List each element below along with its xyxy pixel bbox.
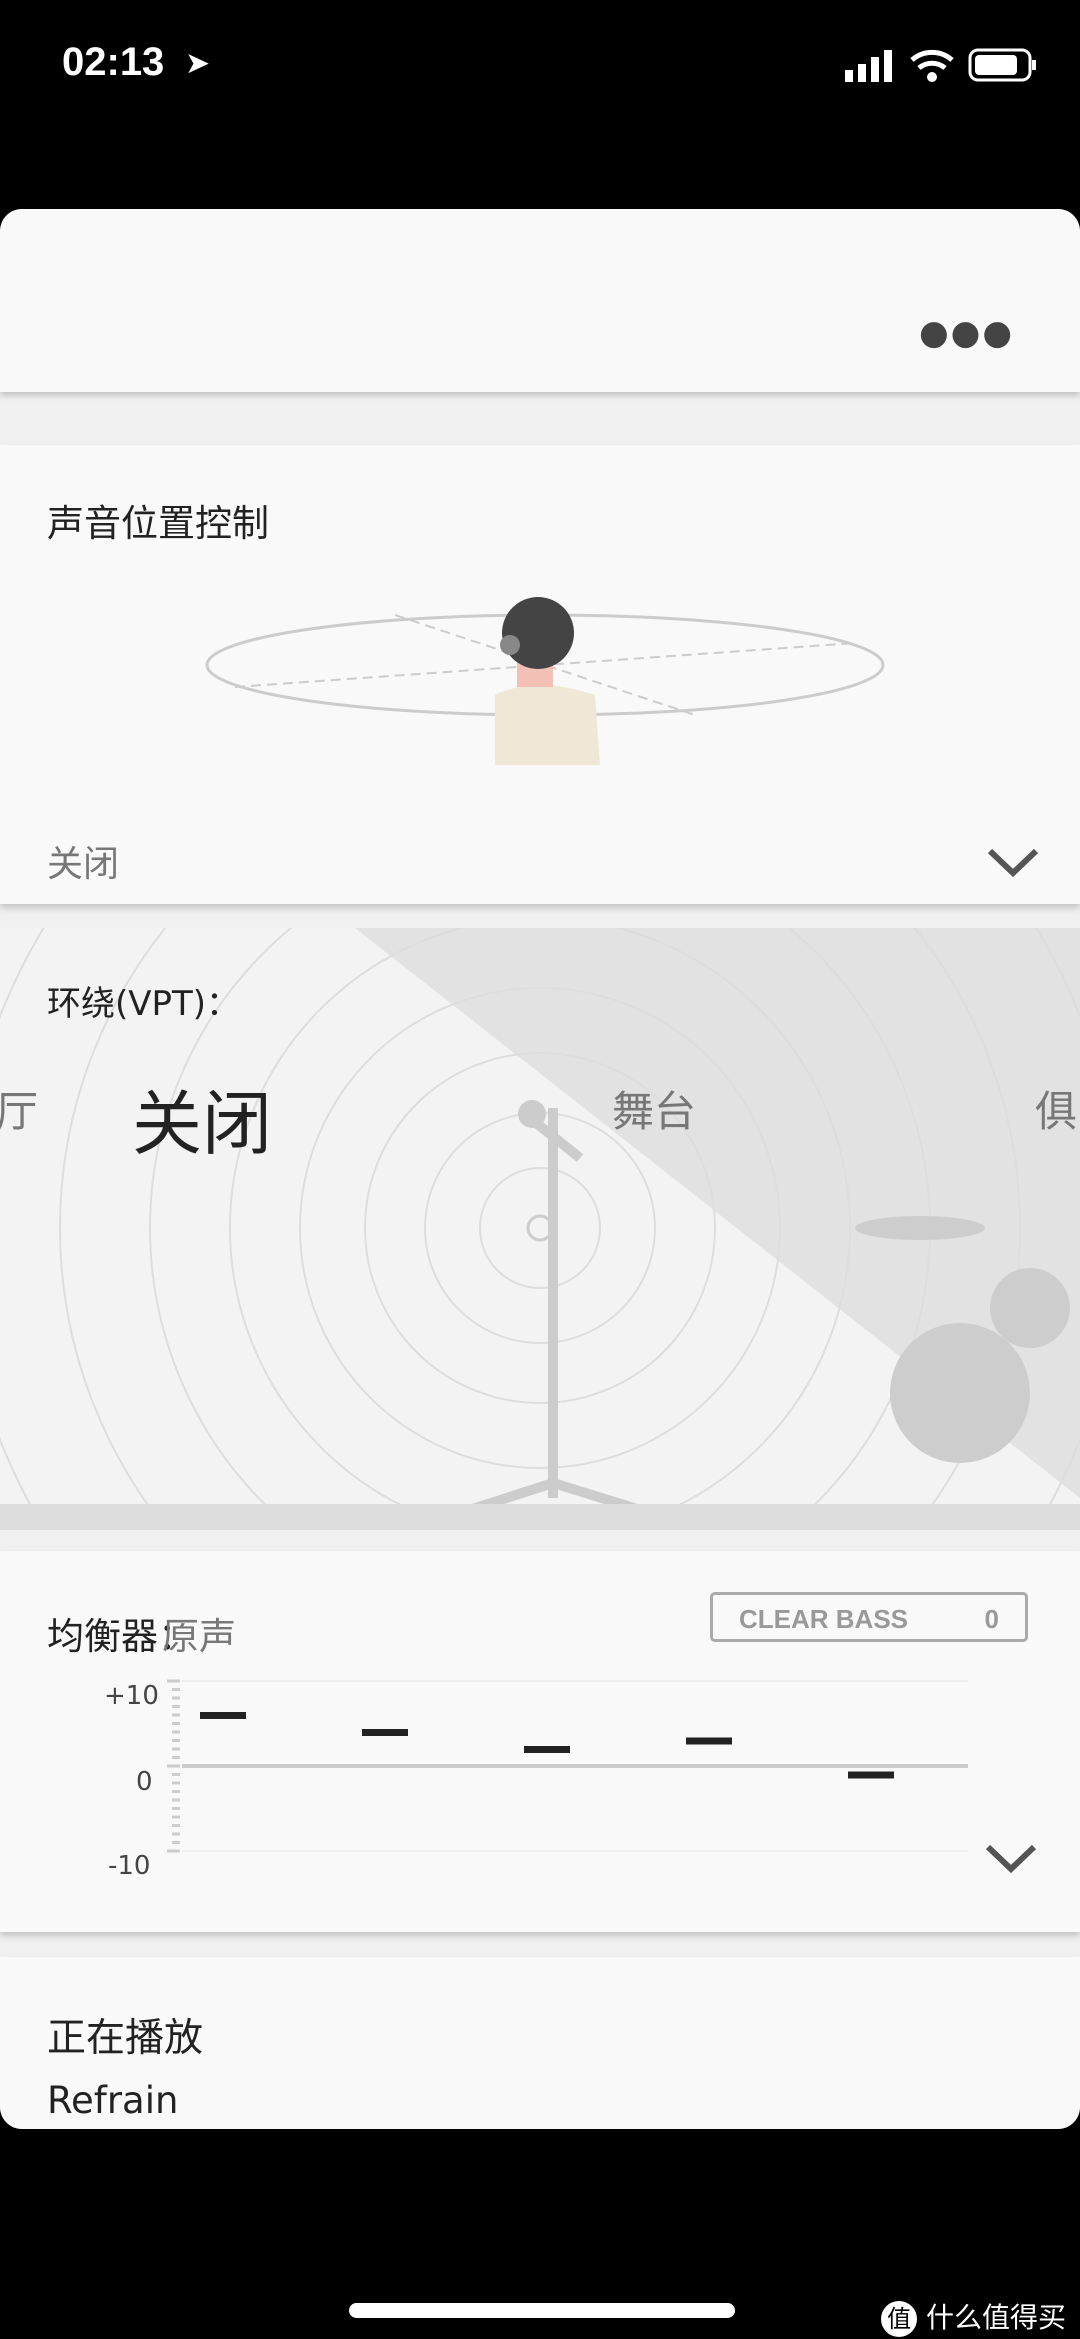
equalizer-card[interactable]: 均衡器： 原声 CLEAR BASS 0 +10 0 -10	[0, 1551, 1080, 1932]
now-playing-title: 正在播放	[47, 2016, 204, 2061]
more-options-button[interactable]: ●●●	[919, 313, 1014, 353]
signal-icon	[845, 50, 892, 82]
sound-position-title: 声音位置控制	[47, 502, 269, 545]
eq-band-5	[848, 1771, 894, 1779]
eq-band-4	[686, 1737, 732, 1745]
header-bar: ●●●	[0, 209, 1080, 392]
battery-icon	[968, 48, 1036, 82]
surround-vpt-panel[interactable]: 环绕(VPT)： 厅 关闭 舞台 俱	[0, 928, 1080, 1530]
clear-bass-label: CLEAR BASS	[739, 1604, 909, 1634]
wifi-icon	[910, 49, 954, 82]
clear-bass-value: 0	[984, 1604, 999, 1634]
surround-label: 环绕(VPT)：	[47, 984, 241, 1024]
clear-bass-button[interactable]: CLEAR BASS 0	[710, 1592, 1028, 1642]
home-indicator[interactable]	[349, 2303, 735, 2318]
status-bar: 02:13 ➤	[0, 0, 1080, 130]
tick-label-minus10: -10	[108, 1851, 151, 1881]
surround-option-stage[interactable]: 舞台	[612, 1078, 696, 1139]
eq-band-1	[200, 1712, 246, 1719]
sound-position-value: 关闭	[47, 844, 120, 885]
watermark: 值 什么值得买	[881, 2296, 1066, 2337]
head-illustration	[205, 597, 885, 765]
now-playing-card[interactable]: 正在播放 Refrain	[0, 1957, 1080, 2129]
chevron-down-icon[interactable]	[986, 845, 1040, 881]
main-sheet: ●●● 声音位置控制 关闭 环绕(VPT)： 厅 关闭 舞台 俱 均衡器： 原声…	[0, 209, 1080, 2129]
eq-band-3	[524, 1746, 570, 1753]
track-title: Refrain	[47, 2079, 179, 2122]
location-arrow-icon: ➤	[185, 46, 211, 81]
equalizer-chart	[167, 1679, 968, 1853]
watermark-text: 什么值得买	[925, 2301, 1066, 2334]
surround-option-club[interactable]: 俱	[1035, 1078, 1077, 1139]
surround-option-off[interactable]: 关闭	[132, 1068, 272, 1169]
tick-label-plus10: +10	[104, 1681, 159, 1711]
clock: 02:13	[62, 40, 165, 84]
eq-band-2	[362, 1729, 408, 1736]
watermark-logo-icon: 值	[881, 2301, 918, 2337]
equalizer-preset: 原声	[162, 1615, 236, 1658]
surround-option-hall[interactable]: 厅	[0, 1078, 38, 1139]
equalizer-chevron-down-icon[interactable]	[984, 1841, 1038, 1877]
sound-position-card[interactable]: 声音位置控制 关闭	[0, 445, 1080, 904]
tick-label-zero: 0	[136, 1767, 153, 1797]
